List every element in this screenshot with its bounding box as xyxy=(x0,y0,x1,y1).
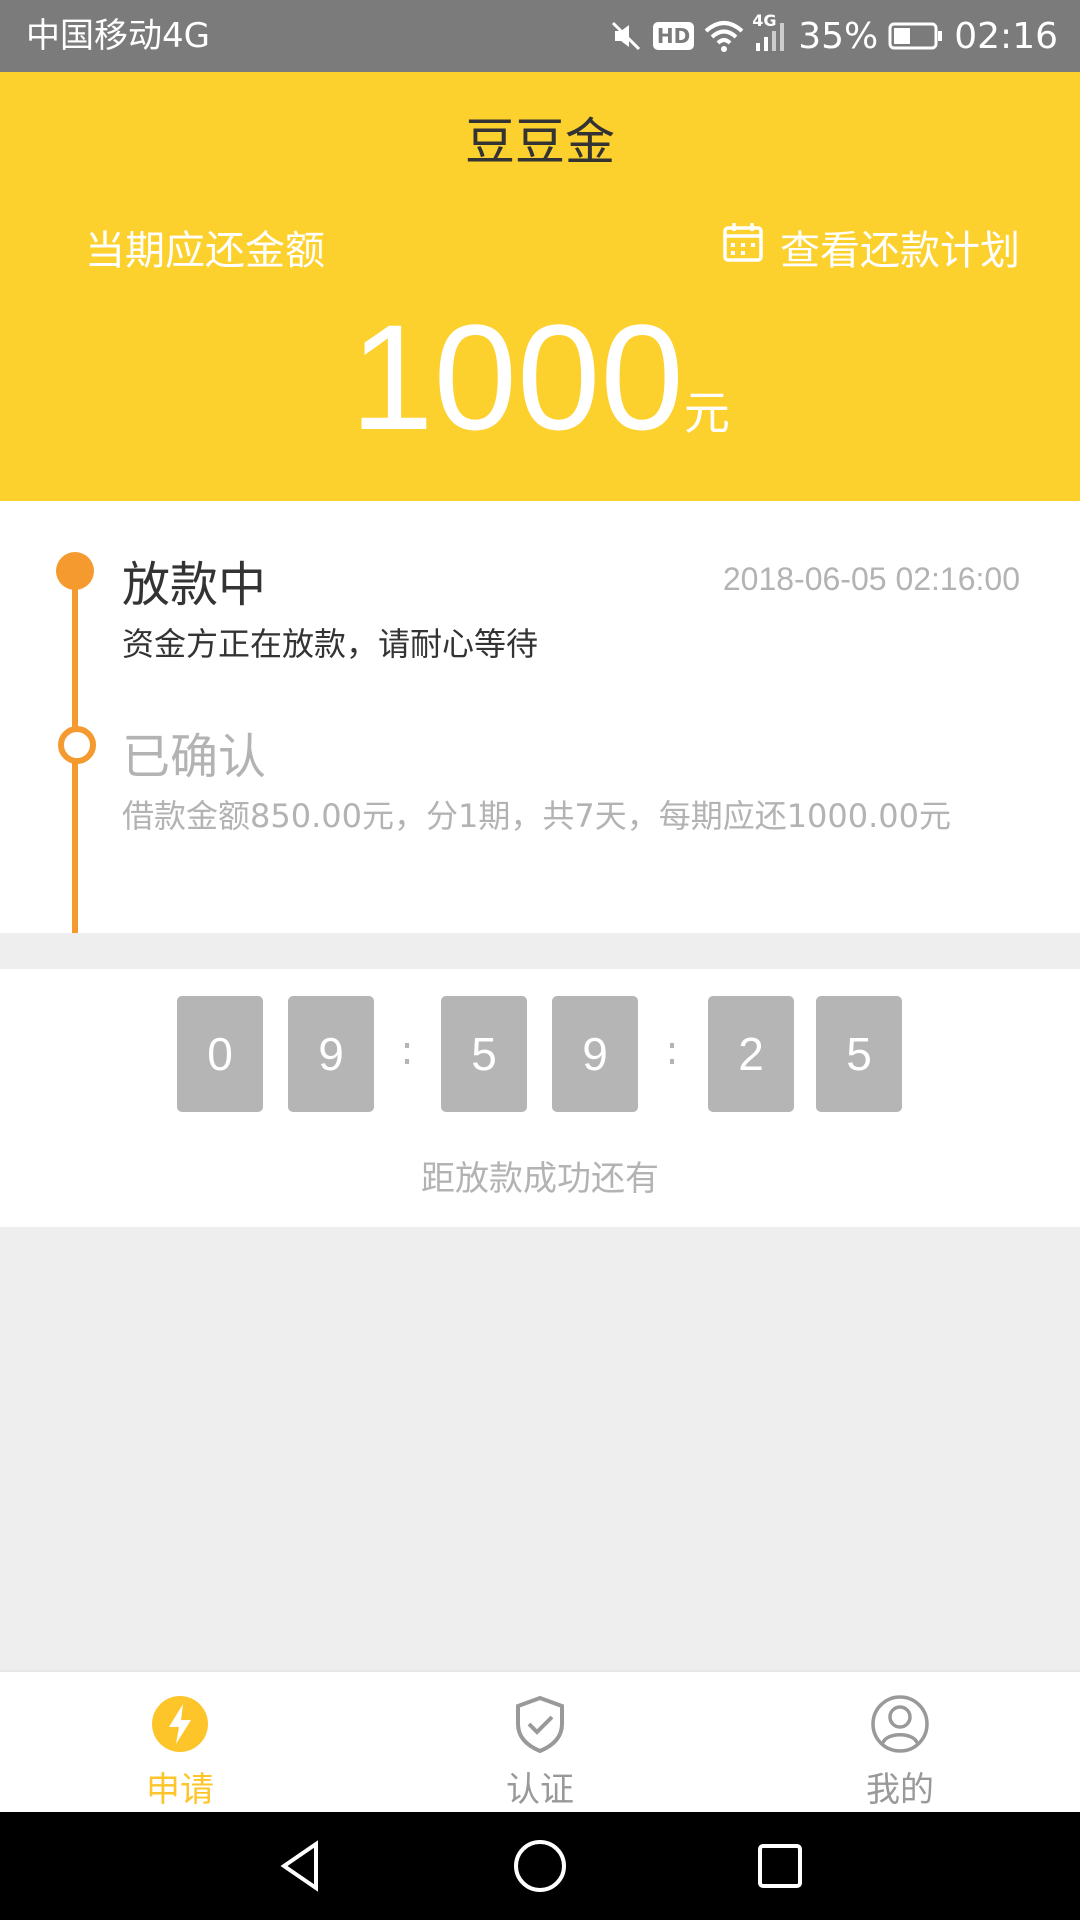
repayment-plan-label: 查看还款计划 xyxy=(780,228,1020,274)
due-amount-unit: 元 xyxy=(683,386,730,440)
due-amount: 1000元 xyxy=(0,297,1080,457)
nav-item-apply[interactable]: 申请 xyxy=(80,1672,280,1814)
repayment-plan-link[interactable]: 查看还款计划 xyxy=(722,218,1020,276)
carrier-label: 中国移动4G xyxy=(26,16,210,56)
step-description: 借款金额850.00元，分1期，共7天，每期应还1000.00元 xyxy=(122,797,952,835)
countdown-digit: 9 xyxy=(552,996,638,1112)
countdown-digit: 5 xyxy=(441,996,527,1112)
back-icon[interactable] xyxy=(272,1836,332,1896)
countdown-digit: 9 xyxy=(288,996,374,1112)
signal-icon: 4G xyxy=(752,11,788,53)
nav-label: 申请 xyxy=(146,1770,214,1810)
system-nav-bar xyxy=(0,1812,1080,1920)
shield-check-icon xyxy=(510,1694,570,1754)
step-description: 资金方正在放款，请耐心等待 xyxy=(122,625,539,663)
due-amount-label: 当期应还金额 xyxy=(85,228,325,274)
recents-icon[interactable] xyxy=(750,1836,810,1896)
step-title: 已确认 xyxy=(122,729,267,785)
battery-icon xyxy=(888,21,944,51)
network-type: 4G xyxy=(752,11,777,30)
loan-status-timeline: 放款中 2018-06-05 02:16:00 资金方正在放款，请耐心等待 已确… xyxy=(0,501,1080,933)
hd-icon: HD xyxy=(652,22,695,50)
nav-label: 我的 xyxy=(866,1770,934,1810)
user-icon xyxy=(870,1694,930,1754)
nav-item-verify[interactable]: 认证 xyxy=(440,1672,640,1814)
countdown-separator: : xyxy=(665,1028,679,1074)
status-bar: 中国移动4G HD 4G 35% 02:16 xyxy=(0,0,1080,72)
disbursement-countdown: 0 9 : 5 9 : 2 5 距放款成功还有 xyxy=(0,969,1080,1227)
battery-percent: 35% xyxy=(798,15,879,57)
wifi-icon xyxy=(704,19,744,53)
countdown-digit: 5 xyxy=(816,996,902,1112)
countdown-digit: 0 xyxy=(177,996,263,1112)
header: 豆豆金 当期应还金额 查看还款计划 1000元 xyxy=(0,72,1080,501)
home-icon[interactable] xyxy=(510,1836,570,1896)
countdown-caption: 距放款成功还有 xyxy=(421,1159,659,1199)
calendar-icon xyxy=(722,221,764,273)
countdown-separator: : xyxy=(400,1028,414,1074)
timeline-dot-done xyxy=(58,726,96,764)
bottom-nav: 申请 认证 我的 xyxy=(0,1670,1080,1814)
lightning-icon xyxy=(150,1694,210,1754)
step-time: 2018-06-05 02:16:00 xyxy=(722,561,1020,597)
mute-icon xyxy=(609,19,643,53)
clock: 02:16 xyxy=(954,15,1058,57)
nav-item-mine[interactable]: 我的 xyxy=(800,1672,1000,1814)
due-amount-value: 1000 xyxy=(350,293,684,461)
nav-label: 认证 xyxy=(506,1770,574,1810)
timeline-dot-active xyxy=(56,552,94,590)
countdown-digit: 2 xyxy=(708,996,794,1112)
app-title: 豆豆金 xyxy=(465,113,615,171)
step-title: 放款中 xyxy=(122,557,267,613)
status-icons: HD 4G 35% 02:16 xyxy=(609,11,1058,60)
countdown-digits: 0 9 : 5 9 : 2 5 xyxy=(0,996,1080,1114)
